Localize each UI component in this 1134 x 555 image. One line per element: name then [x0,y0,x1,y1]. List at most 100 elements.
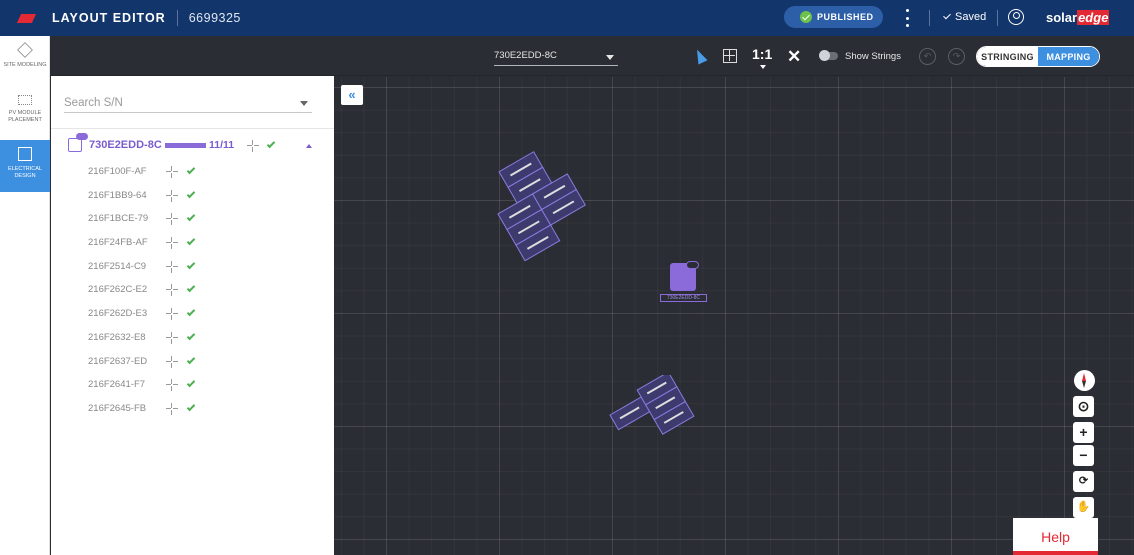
optimizer-row[interactable]: 216F100F-AF [51,160,334,184]
check-icon [186,260,196,269]
pointer-select-icon[interactable] [692,47,708,65]
zoom-in-button[interactable]: + [1073,422,1094,443]
close-icon[interactable]: ✕ [787,47,801,67]
optimizer-row[interactable]: 216F262C-E2 [51,278,334,302]
project-id: 6699325 [188,11,241,25]
saved-label: Saved [955,11,987,23]
locate-crosshair-icon[interactable] [166,308,178,321]
optimizer-row[interactable]: 216F262D-E3 [51,302,334,326]
optimizer-row[interactable]: 216F2514-C9 [51,255,334,279]
chevron-down-icon [300,101,308,106]
optimizer-serial: 216F2645-FB [88,402,147,414]
optimizer-row[interactable]: 216F2632-E8 [51,326,334,350]
optimizer-serial: 216F1BCE-79 [88,213,149,225]
more-options-icon[interactable] [901,9,913,27]
optimizer-serial: 216F262D-E3 [88,308,148,320]
locate-crosshair-icon[interactable] [166,189,178,202]
redo-icon[interactable]: ↷ [948,48,965,65]
inverter-row[interactable]: 730E2EDD-8C 11/11 [51,128,334,160]
inverter-icon [68,133,88,152]
solaredge-logo-mark [16,13,37,23]
zoom-out-button[interactable]: − [1073,445,1094,466]
check-icon [186,355,196,364]
inverter-node[interactable]: 730E2EDD-8C [660,261,708,305]
rail-item-pv-module-placement[interactable]: PV MODULE PLACEMENT [0,88,50,140]
rail-item-electrical-design[interactable]: ELECTRICAL DESIGN [0,140,50,192]
scale-toggle[interactable]: 1:1 [752,46,772,62]
optimizer-serial: 216F2637-ED [88,355,148,367]
locate-crosshair-icon[interactable] [166,331,178,344]
check-icon [266,139,276,149]
stringing-mode-button[interactable]: STRINGING [977,47,1038,66]
optimizer-row[interactable]: 216F1BB9-64 [51,184,334,208]
rotate-icon[interactable]: ⟳ [1073,471,1094,492]
check-icon [186,165,196,175]
inverter-panel: Search S/N 730E2EDD-8C 11/11 216F100F-AF… [51,76,334,555]
locate-crosshair-icon[interactable] [166,355,178,368]
show-strings-label: Show Strings [845,51,901,62]
search-placeholder: Search S/N [64,97,123,109]
help-button[interactable]: Help [1013,518,1098,555]
collapse-panel-button[interactable]: « [341,85,363,105]
published-label: PUBLISHED [817,12,874,22]
show-strings-toggle[interactable] [819,50,838,61]
inverter-badge [686,261,699,269]
recenter-icon[interactable]: ⊙ [1073,396,1094,417]
optimizer-row[interactable]: 216F2641-F7 [51,373,334,397]
user-account-icon[interactable] [1008,9,1024,25]
undo-icon[interactable]: ↶ [919,48,936,65]
inverter-name: 730E2EDD-8C [89,139,162,151]
panel-array-lower[interactable] [602,375,712,465]
inverter-progress-bar [165,143,206,148]
optimizer-serial: 216F2632-E8 [88,331,146,343]
chevron-up-icon[interactable] [306,144,312,148]
app-title: LAYOUT EDITOR [52,11,166,25]
compass-icon[interactable] [1074,370,1095,391]
inverter-select[interactable]: 730E2EDD-8C [494,50,618,66]
locate-crosshair-icon[interactable] [166,213,178,226]
pan-hand-icon[interactable]: ✋ [1073,497,1094,518]
optimizer-row[interactable]: 216F2645-FB [51,397,334,421]
optimizer-serial: 216F100F-AF [88,166,147,177]
check-icon [186,213,196,222]
mode-switch: STRINGING MAPPING [976,46,1100,67]
locate-crosshair-icon[interactable] [247,140,259,152]
divider [929,10,930,26]
locate-crosshair-icon[interactable] [166,284,178,297]
grid-view-icon[interactable] [723,49,737,63]
optimizer-row[interactable]: 216F1BCE-79 [51,207,334,231]
check-icon [186,402,196,412]
mapping-mode-button[interactable]: MAPPING [1038,47,1099,66]
locate-crosshair-icon[interactable] [166,260,178,273]
locate-crosshair-icon[interactable] [166,379,178,392]
check-icon [186,378,196,388]
published-status-button[interactable]: PUBLISHED [784,6,883,28]
inverter-count: 11/11 [209,139,235,151]
design-canvas[interactable]: « 730E2EDD-8C ⊙ + − ⟳ ✋ Help [334,77,1134,555]
locate-crosshair-icon[interactable] [166,166,178,178]
check-icon [186,331,196,341]
rail-item-site-modeling[interactable]: SITE MODELING [0,36,50,88]
brand-logo: solaredge [1046,10,1110,25]
divider [997,10,998,26]
search-sn-dropdown[interactable]: Search S/N [64,92,312,113]
pv-module-icon [18,95,32,105]
optimizer-serial: 216F2514-C9 [88,260,147,272]
locate-crosshair-icon[interactable] [166,402,178,415]
optimizer-serial: 216F24FB-AF [88,237,148,249]
optimizer-row[interactable]: 216F2637-ED [51,350,334,374]
saved-status: Saved [943,11,987,23]
canvas-toolbar: 730E2EDD-8C 1:1 ✕ Show Strings ↶ ↷ STRIN… [50,36,1134,76]
locate-crosshair-icon[interactable] [166,237,178,250]
inverter-badge [76,133,88,140]
inverter-node-label: 730E2EDD-8C [660,294,707,302]
electrical-icon [18,147,32,161]
check-icon [943,11,951,20]
check-circle-icon [800,11,812,23]
panel-array-upper[interactable] [484,149,594,274]
optimizer-serial: 216F262C-E2 [88,284,148,296]
optimizer-row[interactable]: 216F24FB-AF [51,231,334,255]
check-icon [186,307,196,317]
chevron-down-icon[interactable] [760,65,766,69]
left-navigation-rail: SITE MODELING PV MODULE PLACEMENT ELECTR… [0,36,50,555]
